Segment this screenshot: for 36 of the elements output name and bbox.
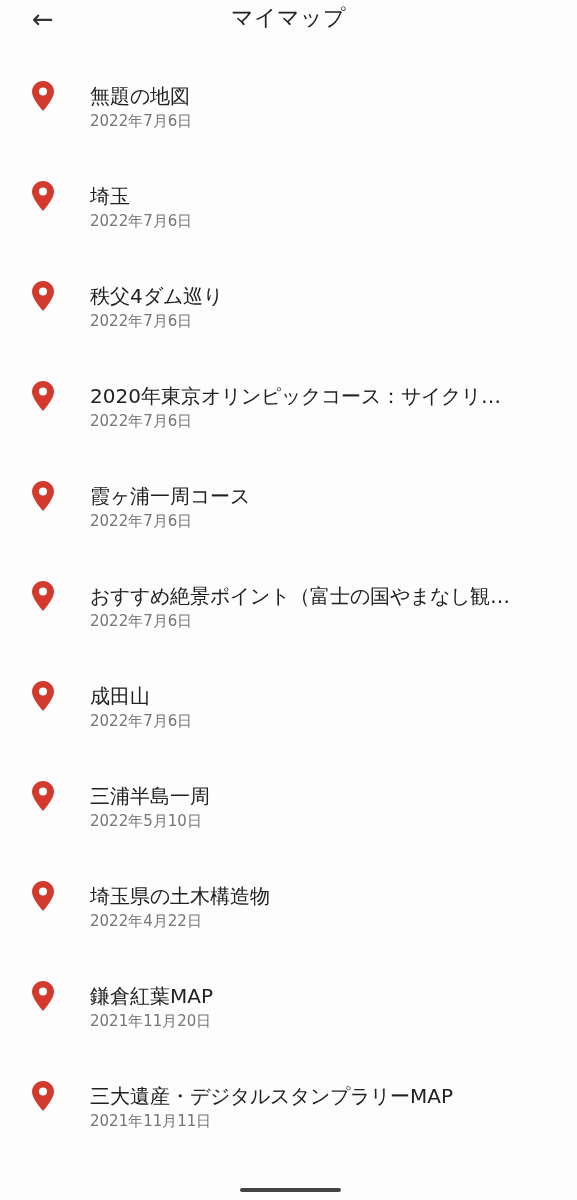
map-title[interactable]: 成田山 [90,682,193,710]
map-date: 2021年11月20日 [90,1011,213,1032]
map-date: 2022年7月6日 [90,611,194,632]
map-date: 2022年7月6日 [90,111,193,132]
map-title[interactable]: 無題の地図 [90,82,193,110]
map-title[interactable]: おすすめ絶景ポイント（富士の国やまなし観… [90,582,510,610]
map-date: 2022年7月6日 [90,711,193,732]
map-pin-icon [32,681,54,711]
map-pin-icon [32,581,54,611]
home-indicator[interactable] [240,1188,341,1192]
map-date: 2022年7月6日 [90,511,194,532]
map-date: 2022年7月6日 [90,211,193,232]
map-title[interactable]: 三大遺産・デジタルスタンプラリーMAP [90,1082,453,1110]
page-title: マイマップ [231,4,346,32]
map-date: 2022年7月6日 [90,411,194,432]
map-pin-icon [32,1081,54,1111]
back-button[interactable]: ← [28,2,58,36]
map-title[interactable]: 霞ヶ浦一周コース [90,482,250,510]
map-title[interactable]: 秩父4ダム巡り [90,282,223,310]
map-pin-icon [32,181,54,211]
map-title[interactable]: 三浦半島一周 [90,782,210,810]
map-title[interactable]: 埼玉 [90,182,193,210]
map-pin-icon [32,281,54,311]
map-pin-icon [32,481,54,511]
map-title[interactable]: 2020年東京オリンピックコース：サイクリ… [90,382,501,410]
map-pin-icon [32,981,54,1011]
map-pin-icon [32,381,54,411]
map-pin-icon [32,781,54,811]
map-title[interactable]: 鎌倉紅葉MAP [90,982,213,1010]
map-date: 2021年11月11日 [90,1111,213,1132]
map-date: 2022年5月10日 [90,811,203,832]
map-title[interactable]: 埼玉県の土木構造物 [90,882,270,910]
map-date: 2022年7月6日 [90,311,194,332]
map-pin-icon [32,81,54,111]
map-pin-icon [32,881,54,911]
map-date: 2022年4月22日 [90,911,203,932]
